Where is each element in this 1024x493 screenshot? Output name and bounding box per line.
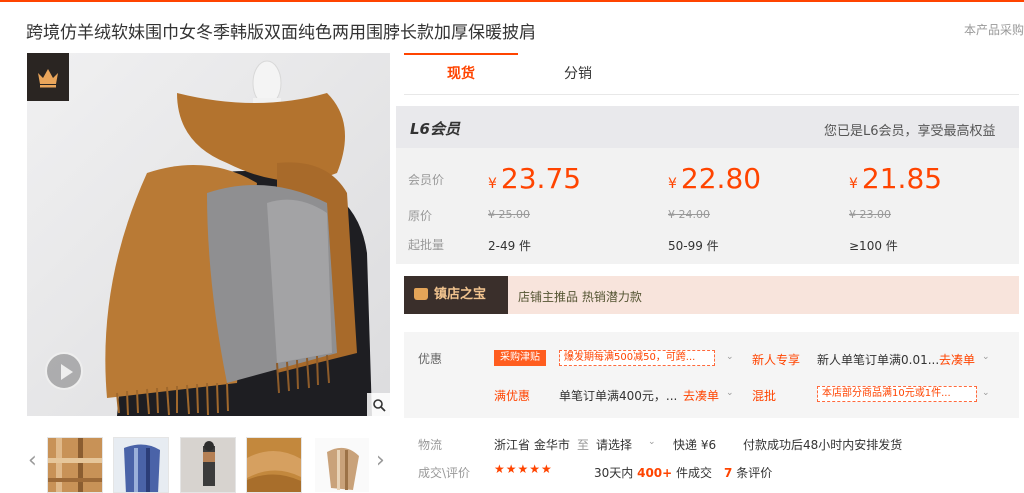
zoom-icon[interactable] (367, 393, 390, 416)
tier-3-price: ¥21.85 (849, 162, 943, 195)
purchase-tabs: 现货 分销 (404, 53, 1019, 95)
tab-distribution[interactable]: 分销 (518, 53, 638, 95)
tier-1-quantity: 2-49 件 (488, 239, 532, 253)
thumbnail-prev-icon[interactable]: ‹ (28, 448, 37, 473)
go-order-link-1[interactable]: 去凑单 (939, 351, 975, 368)
top-accent-line (0, 0, 1024, 2)
play-video-button[interactable] (45, 352, 83, 390)
full-discount-text: 单笔订单满400元，... (559, 389, 678, 403)
tier-2-original: ¥ 24.00 (668, 208, 710, 221)
logistics-to: 至 (577, 438, 590, 452)
shipping-promise: 付款成功后48小时内安排发货 (743, 438, 903, 452)
reviews-label: 成交\评价 (418, 466, 471, 480)
tier-1-price: ¥23.75 (488, 162, 582, 195)
thumbnail-4[interactable] (246, 437, 302, 493)
logistics-origin: 浙江省 金华市 (494, 438, 570, 452)
shop-treasure-text: 店铺主推品 热销潜力款 (518, 290, 642, 304)
sales-summary: 30天内 400+ 件成交 (594, 466, 713, 480)
express-fee: 快递 ¥6 (673, 438, 717, 452)
mixed-batch-label: 混批 (752, 389, 777, 403)
review-count-link[interactable]: 7 条评价 (724, 464, 772, 481)
chevron-down-icon[interactable]: ⌄ (648, 437, 656, 447)
rating-stars: ★★★★★ (494, 462, 553, 476)
thumbnail-5[interactable] (314, 437, 370, 493)
tier-3-quantity: ≥100 件 (849, 239, 898, 253)
go-order-link-2[interactable]: 去凑单 (683, 387, 719, 404)
purchase-subsidy-tag: 采购津贴 (494, 350, 546, 366)
original-price-label: 原价 (408, 209, 433, 223)
member-level-title: L6会员 (410, 120, 460, 138)
main-product-image[interactable] (27, 53, 390, 416)
member-price-label: 会员价 (408, 173, 445, 187)
logistics-label: 物流 (418, 438, 443, 452)
procurement-note: 本产品采购属 (964, 23, 1024, 37)
full-discount-label: 满优惠 (494, 389, 531, 403)
chevron-down-icon[interactable]: ⌄ (726, 388, 734, 398)
new-user-label: 新人专享 (752, 353, 801, 367)
shop-treasure-banner: 镇店之宝 店铺主推品 热销潜力款 (404, 276, 1019, 314)
destination-select[interactable]: 请选择 (596, 436, 632, 453)
thumbnail-1[interactable] (47, 437, 103, 493)
promo-label: 优惠 (418, 352, 443, 366)
new-user-offer: 新人单笔订单满0.01... (817, 353, 940, 367)
promotion-panel: 优惠 采购津贴 爆发期每满500减50，可跨... ⌄ 新人专享 新人单笔订单满… (404, 332, 1019, 418)
tier-3-original: ¥ 23.00 (849, 208, 891, 221)
thumbnail-2[interactable] (113, 437, 169, 493)
tier-1-original: ¥ 25.00 (488, 208, 530, 221)
chevron-down-icon[interactable]: ⌄ (982, 352, 990, 362)
shop-treasure-badge: 镇店之宝 (404, 276, 508, 314)
member-price-panel: L6会员 您已是L6会员，享受最高权益 会员价 原价 起批量 ¥23.75 ¥2… (396, 106, 1019, 264)
mixed-batch-coupon[interactable]: 本店部分商品满10元或1件... (817, 386, 977, 402)
crown-icon (27, 53, 69, 101)
chevron-down-icon[interactable]: ⌄ (982, 388, 990, 398)
chevron-down-icon[interactable]: ⌄ (726, 352, 734, 362)
tab-spot[interactable]: 现货 (404, 53, 518, 95)
subsidy-coupon[interactable]: 爆发期每满500减50，可跨... (559, 350, 715, 366)
member-status: 您已是L6会员，享受最高权益 (824, 124, 996, 139)
min-batch-label: 起批量 (408, 238, 445, 252)
member-header: L6会员 您已是L6会员，享受最高权益 (396, 106, 1019, 148)
thumbnail-next-icon[interactable]: › (376, 448, 385, 473)
product-title: 跨境仿羊绒软妹围巾女冬季韩版双面纯色两用围脖长款加厚保暖披肩 (26, 23, 536, 43)
thumbnail-3[interactable] (180, 437, 236, 493)
tier-2-quantity: 50-99 件 (668, 239, 719, 253)
tier-2-price: ¥22.80 (668, 162, 762, 195)
